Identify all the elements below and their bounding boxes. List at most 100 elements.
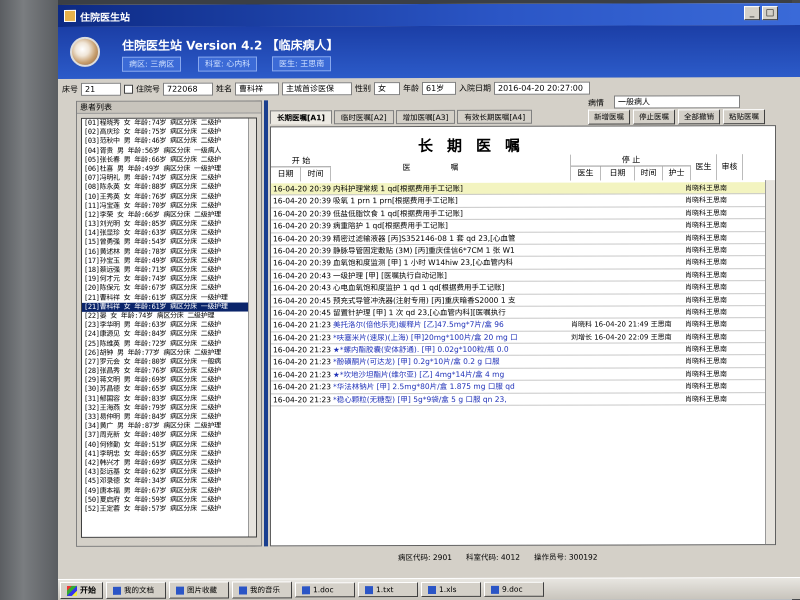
patient-list-item[interactable]: [08]陈永英 女 年龄:88岁 病区分床 二级护 <box>82 183 256 193</box>
patient-list-item[interactable]: [31]郁国容 女 年龄:83岁 病区分床 二级护 <box>82 394 256 404</box>
admit-date-label: 入院日期 <box>459 83 491 93</box>
patient-list-item[interactable]: [45]邓录德 女 年龄:34岁 病区分床 二级护 <box>82 477 256 487</box>
age-field[interactable]: 61岁 <box>422 81 456 95</box>
order-doctor: 肖晓科王思南 <box>685 332 727 342</box>
header-stop-date: 日期 <box>601 166 635 181</box>
taskbar-item[interactable]: 1.xls <box>421 581 481 598</box>
sex-label: 性别 <box>355 83 371 93</box>
order-start-datetime: 16-04-20 20:45 <box>273 308 332 318</box>
tab-active-long-term-orders[interactable]: 有效长期医嘱[A4] <box>457 109 533 124</box>
patient-list-item[interactable]: [30]苏昌德 女 年龄:65岁 病区分床 二级护 <box>82 385 256 395</box>
order-content: 精密过滤输液器 [丙]S352146-08 1 套 qd 23,[心血管 <box>333 233 516 243</box>
patient-list-item[interactable]: [49]唐本福 男 年龄:67岁 病区分床 二级护 <box>82 486 256 496</box>
patient-list-item[interactable]: [27]罗元会 女 年龄:80岁 病区分床 一般病 <box>82 357 256 367</box>
patient-list-item[interactable]: [21]曹科祥 女 年龄:61岁 病区分床 一级护理 <box>82 293 256 303</box>
patient-list-item[interactable]: [12]李荣 女 年龄:66岁 病区分床 二级护理 <box>82 210 256 220</box>
patient-list[interactable]: [01]程晓秀 女 年龄:74岁 病区分床 二级护 [02]高庆珍 女 年龄:75… <box>81 117 257 538</box>
patient-list-item[interactable]: [05]张长春 男 年龄:66岁 病区分床 二级护 <box>82 155 256 165</box>
patient-list-item[interactable]: [10]王秀英 女 年龄:76岁 病区分床 二级护 <box>82 192 256 202</box>
patient-list-item[interactable]: [42]韩兴才 男 年龄:69岁 病区分床 二级护 <box>82 458 256 468</box>
order-start-datetime: 16-04-20 20:39 <box>273 184 332 194</box>
admission-no-field[interactable]: 722068 <box>163 82 213 96</box>
patient-list-item[interactable]: [26]胡钟 男 年龄:77岁 病区分床 二级护理 <box>82 348 256 358</box>
patient-list-item[interactable]: [06]杜喜 男 年龄:49岁 病区分床 一级护理 <box>82 164 256 174</box>
taskbar-item[interactable]: 9.doc <box>484 581 544 597</box>
patient-list-item[interactable]: [16]黄述林 男 年龄:78岁 病区分床 二级护 <box>82 247 256 257</box>
patient-list-item[interactable]: [03]范秋中 男 年龄:46岁 病区分床 二级护 <box>82 137 256 147</box>
stop-order-button[interactable]: 停止医嘱 <box>633 109 675 125</box>
admission-checkbox[interactable] <box>124 84 133 94</box>
patient-list-title: 患者列表 <box>77 101 261 114</box>
taskbar-item-label: 我的文档 <box>124 585 154 595</box>
patient-list-scrollbar[interactable] <box>248 118 256 537</box>
header-order-content: 医嘱 <box>331 154 571 182</box>
condition-label: 病情 <box>588 98 604 108</box>
order-content: 预充式导管冲洗器(注射专用) [丙]重庆暗香S2000 1 支 <box>333 295 516 305</box>
taskbar-item[interactable]: 1.doc <box>295 582 355 598</box>
taskbar-item[interactable]: 我的文档 <box>106 581 166 599</box>
patient-list-item[interactable]: [01]程晓秀 女 年龄:74岁 病区分床 二级护 <box>82 118 256 128</box>
order-row[interactable]: 16-04-20 21:23 *稳心颗粒(无糖型) [甲] 5g*9袋/盒 5 g… <box>271 392 776 407</box>
start-button[interactable]: 开始 <box>60 581 103 599</box>
order-start-datetime: 16-04-20 20:43 <box>273 283 332 293</box>
patient-list-item[interactable]: [15]曾勇强 男 年龄:54岁 病区分床 二级护 <box>82 238 256 248</box>
order-doctor: 肖晓科王思南 <box>685 184 727 193</box>
bed-field[interactable]: 21 <box>81 82 121 96</box>
patient-list-item[interactable]: [33]易仲明 男 年龄:84岁 病区分床 二级护 <box>82 412 256 422</box>
order-start-datetime: 16-04-20 20:39 <box>273 209 332 219</box>
undo-all-button[interactable]: 全部撤销 <box>678 109 720 125</box>
patient-list-item[interactable]: [50]夏启府 女 年龄:59岁 病区分床 二级护 <box>82 495 256 505</box>
patient-list-item[interactable]: [21]曹科祥 女 年龄:61岁 病区分床 一级护理 <box>82 302 256 312</box>
order-start-datetime: 16-04-20 21:23 <box>273 332 332 343</box>
patient-list-item[interactable]: [37]周克新 女 年龄:40岁 病区分床 二级护 <box>82 431 256 441</box>
patient-list-item[interactable]: [25]陈维英 男 年龄:72岁 病区分床 二级护 <box>82 339 256 349</box>
title-bar: 住院医生站 _ □ <box>58 3 800 27</box>
dept-code: 科室代码: 4012 <box>466 552 520 562</box>
taskbar-item-label: 1.doc <box>313 585 334 595</box>
header-doctor: 医生 <box>691 154 717 181</box>
panel-splitter[interactable] <box>264 100 268 547</box>
tab-add-orders[interactable]: 增加医嘱[A3] <box>395 109 456 125</box>
patient-list-item[interactable]: [22]晏 女 年龄:74岁 病区分床 二级护理 <box>82 311 256 321</box>
order-doctor: 肖晓科王思南 <box>685 270 727 280</box>
patient-list-item[interactable]: [24]康源见 女 年龄:84岁 病区分床 二级护 <box>82 330 256 340</box>
sex-field[interactable]: 女 <box>374 81 400 95</box>
order-content: 留置针护理 [甲] 1 次 qd 23,[心血管内科][医嘱执行 <box>333 307 506 318</box>
minimize-button[interactable]: _ <box>744 6 760 21</box>
patient-list-item[interactable]: [40]何修勤 女 年龄:51岁 病区分床 二级护 <box>82 440 256 450</box>
taskbar-item[interactable]: 我的音乐 <box>232 581 292 599</box>
operator-no: 操作员号: 300192 <box>534 552 598 562</box>
patient-list-item[interactable]: [20]陈保元 女 年龄:67岁 病区分床 二级护 <box>82 284 256 294</box>
patient-list-item[interactable]: [04]胥贵 男 年龄:56岁 病区分床 一级病人 <box>82 146 256 156</box>
patient-list-item[interactable]: [32]王海燕 女 年龄:79岁 病区分床 二级护 <box>82 403 256 413</box>
order-doctor: 肖晓科王思南 <box>685 196 727 205</box>
maximize-button[interactable]: □ <box>762 6 778 21</box>
name-field[interactable]: 曹科祥 <box>235 81 279 96</box>
insurance-field[interactable]: 主城首诊医保 <box>282 81 352 95</box>
header-stop-nurse: 护士 <box>663 166 691 181</box>
tab-temporary-orders[interactable]: 临时医嘱[A2] <box>333 110 394 125</box>
patient-list-item[interactable]: [18]蔡远强 男 年龄:71岁 病区分床 二级护 <box>82 265 256 275</box>
taskbar-item[interactable]: 图片收藏 <box>169 581 229 599</box>
patient-list-item[interactable]: [11]冯宝莲 女 年龄:70岁 病区分床 二级护 <box>82 201 256 211</box>
taskbar-item[interactable]: 1.txt <box>358 582 418 598</box>
paste-order-button[interactable]: 粘贴医嘱 <box>723 109 765 125</box>
order-doctor: 肖晓科王思南 <box>685 246 727 255</box>
order-rows: 16-04-20 20:39 内科护理常规 1 qd[根据费用手工记账] 肖晓科王思… <box>271 182 776 407</box>
order-content: 美托洛尔(倍他乐克)缓释片 [乙]47.5mg*7片/盒 96 <box>333 320 504 330</box>
admit-date-field[interactable]: 2016-04-20 20:27:00 <box>494 81 590 95</box>
patient-list-item[interactable]: [52]王定蓉 女 年龄:57岁 病区分床 二级护 <box>82 504 256 514</box>
condition-select[interactable]: 一般病人 <box>614 95 740 109</box>
new-order-button[interactable]: 新增医嘱 <box>588 109 630 125</box>
document-icon <box>491 585 499 594</box>
tab-long-term-orders[interactable]: 长期医嘱[A1] <box>270 110 332 125</box>
order-doctor: 肖晓科王思南 <box>685 382 727 391</box>
order-start-datetime: 16-04-20 21:23 <box>273 320 332 330</box>
patient-list-item[interactable]: [17]孙宝玉 男 年龄:49岁 病区分床 二级护 <box>82 256 256 266</box>
taskbar-item-label: 1.txt <box>376 585 394 595</box>
patient-list-item[interactable]: [41]李明忠 女 年龄:65岁 病区分床 二级护 <box>82 449 256 459</box>
order-scrollbar[interactable] <box>765 180 775 545</box>
order-stop-info: 刘增长 16-04-20 22:09 王思南 <box>571 333 672 342</box>
taskbar-item-label: 图片收藏 <box>187 585 217 595</box>
order-doctor: 肖晓科王思南 <box>685 221 727 230</box>
